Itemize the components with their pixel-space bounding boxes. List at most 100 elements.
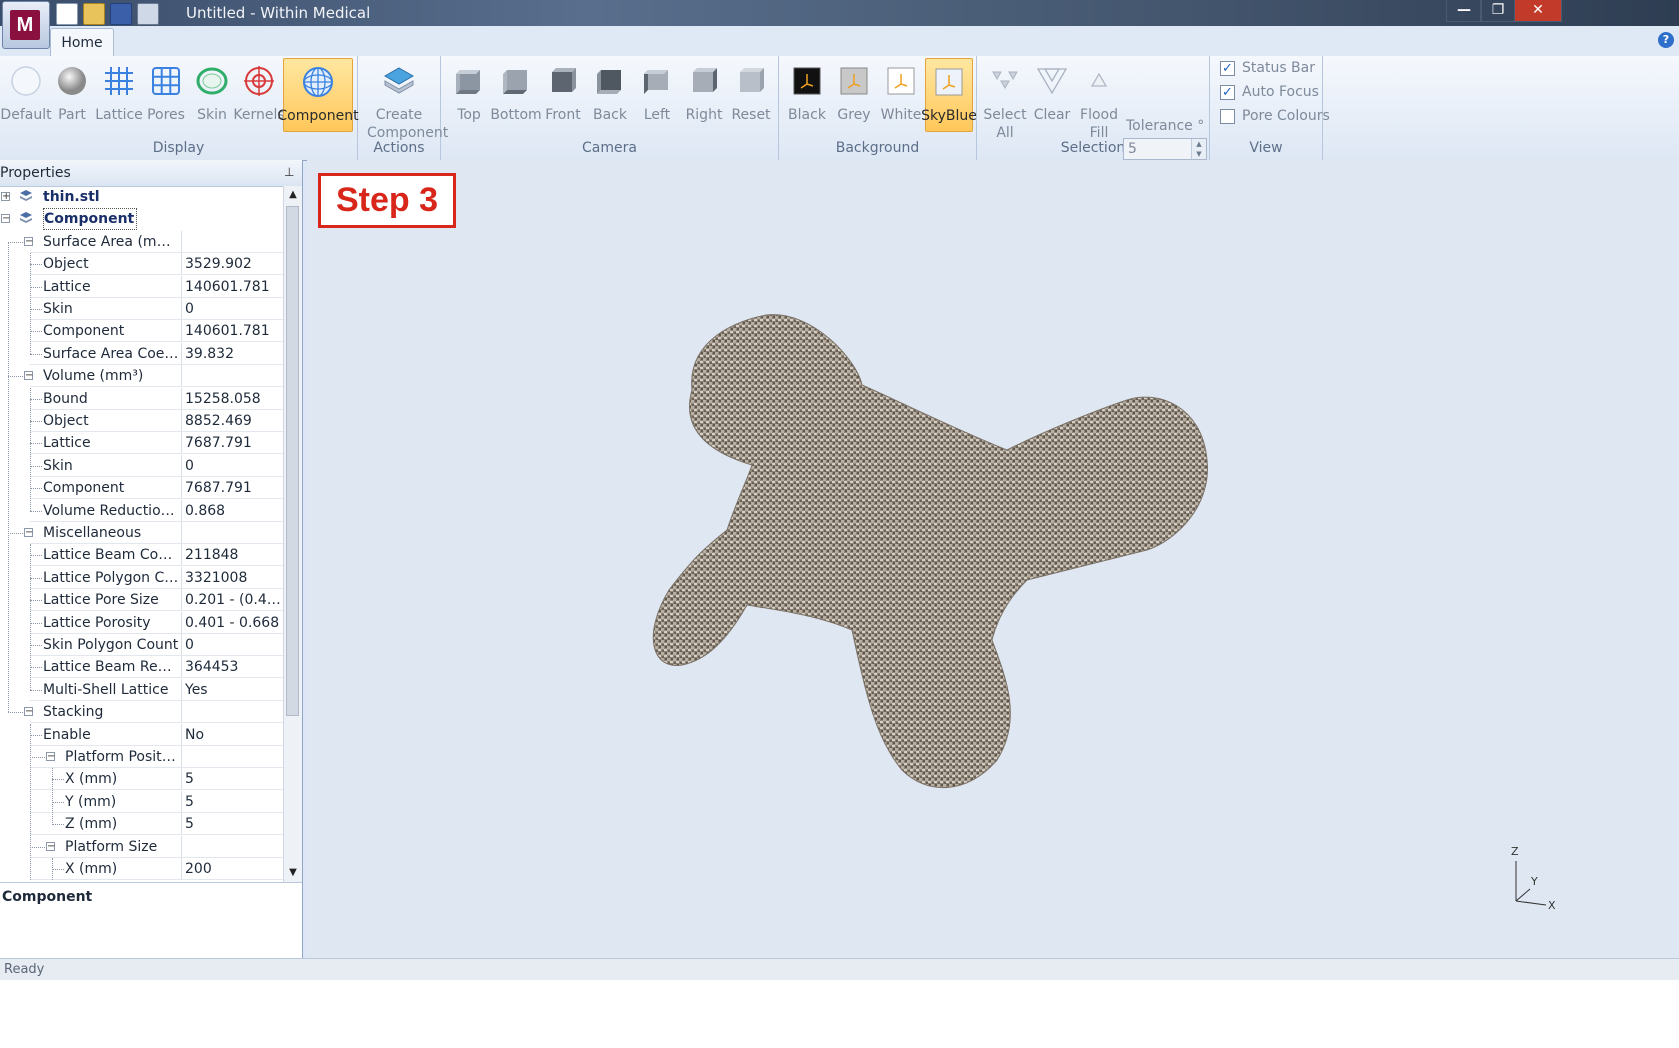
tree-root-item[interactable]: − Component — [0, 208, 283, 231]
property-value[interactable]: 0 — [185, 455, 281, 477]
collapse-minus-icon[interactable]: − — [46, 752, 55, 762]
open-folder-icon[interactable] — [83, 3, 105, 25]
collapse-minus-icon[interactable]: − — [46, 841, 55, 851]
tolerance-input[interactable]: 5 ▲ ▼ — [1123, 138, 1207, 160]
camera-reset-cube-icon — [740, 68, 764, 92]
property-value[interactable]: 3321008 — [185, 567, 281, 589]
property-category[interactable]: − Platform Size — [0, 835, 283, 858]
property-row[interactable]: Lattice Beam Count 211848 — [0, 544, 283, 567]
lattice-bone-model[interactable] — [307, 160, 1679, 958]
property-row[interactable]: Component 7687.791 — [0, 477, 283, 500]
default-sphere-icon — [11, 66, 41, 96]
camera-right-cube-icon — [693, 68, 717, 92]
property-name: Object — [43, 413, 89, 429]
collapse-minus-icon[interactable]: − — [1, 214, 10, 224]
property-value[interactable]: 8852.469 — [185, 410, 281, 432]
property-row[interactable]: Volume Reduction C... 0.868 — [0, 499, 283, 522]
collapse-minus-icon[interactable]: − — [24, 707, 33, 717]
display-group: Default Part Lattice Pores Skin Kernels … — [0, 56, 359, 160]
property-row[interactable]: Enable No — [0, 723, 283, 746]
component-sphere-icon — [303, 67, 333, 97]
property-row[interactable]: Lattice Beam Rende... 364453 — [0, 656, 283, 679]
property-row[interactable]: X (mm) 5 — [0, 768, 283, 791]
property-value[interactable]: 140601.781 — [185, 320, 281, 342]
property-row[interactable]: Lattice 140601.781 — [0, 275, 283, 298]
create-component-button[interactable]: Create Component — [367, 58, 448, 141]
property-row[interactable]: Bound 15258.058 — [0, 387, 283, 410]
property-value[interactable]: 364453 — [185, 656, 281, 678]
save-icon[interactable] — [110, 3, 132, 25]
property-value[interactable]: 0.868 — [185, 500, 281, 522]
scroll-thumb[interactable] — [286, 206, 299, 716]
property-name: Lattice — [43, 435, 91, 452]
property-value[interactable]: 5 — [185, 813, 281, 835]
collapse-minus-icon[interactable]: − — [24, 371, 33, 381]
property-value[interactable]: 15258.058 — [185, 388, 281, 410]
property-value[interactable]: 0 — [185, 634, 281, 656]
property-category[interactable]: − Volume (mm³) — [0, 365, 283, 388]
display-component-button[interactable]: Component — [277, 58, 359, 132]
property-row[interactable]: Z (mm) 5 — [0, 813, 283, 836]
property-name: Skin Polygon Count — [43, 637, 179, 653]
help-icon[interactable]: ? — [1658, 32, 1674, 48]
property-value[interactable]: 0 — [185, 298, 281, 320]
property-row[interactable]: Skin 0 — [0, 298, 283, 320]
property-grid-scrollbar[interactable]: ▲ ▼ — [283, 186, 302, 882]
property-row[interactable]: Lattice Pore Size 0.201 - (0.430... — [0, 589, 283, 612]
view-group-label: View — [1249, 140, 1283, 156]
tolerance-spinner[interactable]: ▲ ▼ — [1191, 139, 1206, 159]
camera-reset-button[interactable]: Reset — [727, 58, 775, 132]
property-value[interactable]: 140601.781 — [185, 276, 281, 298]
property-value[interactable]: 211848 — [185, 544, 281, 566]
properties-header: Properties ⊥ — [0, 160, 302, 187]
property-value[interactable]: 5 — [185, 791, 281, 813]
property-value[interactable]: 0.201 - (0.430... — [185, 589, 281, 611]
property-category[interactable]: − Miscellaneous — [0, 522, 283, 544]
property-row[interactable]: Surface Area Coeffic... 39.832 — [0, 342, 283, 365]
restore-button[interactable]: ❐ — [1480, 0, 1516, 22]
scroll-up-arrow-icon[interactable]: ▲ — [284, 186, 302, 204]
property-category[interactable]: − Platform Position — [0, 746, 283, 768]
flood-fill-button[interactable]: Flood Fill — [1075, 58, 1123, 141]
property-row[interactable]: Multi-Shell Lattice Yes — [0, 678, 283, 701]
property-row[interactable]: Y (mm) 5 — [0, 790, 283, 813]
property-row[interactable]: Lattice Porosity 0.401 - 0.668 — [0, 611, 283, 634]
export-icon[interactable] — [137, 3, 159, 25]
property-category[interactable]: − Surface Area (mm²) — [0, 230, 283, 253]
property-row[interactable]: Object 8852.469 — [0, 410, 283, 432]
tab-home[interactable]: Home — [50, 28, 114, 57]
property-value[interactable]: Yes — [185, 679, 281, 701]
minimize-button[interactable]: — — [1446, 0, 1482, 22]
app-menu-button[interactable]: M — [2, 1, 50, 49]
camera-left-cube-icon — [644, 70, 668, 94]
scroll-down-arrow-icon[interactable]: ▼ — [284, 864, 302, 882]
3d-viewport[interactable]: Z Y X — [307, 160, 1679, 958]
property-row[interactable]: Component 140601.781 — [0, 320, 283, 343]
expand-plus-icon[interactable]: + — [1, 192, 10, 202]
title-bar: Untitled - Within Medical — ❐ ✕ — [0, 0, 1679, 26]
property-value[interactable]: 5 — [185, 768, 281, 790]
property-value[interactable]: 0.401 - 0.668 — [185, 612, 281, 634]
new-file-icon[interactable] — [56, 3, 78, 25]
property-value[interactable]: 200 — [185, 858, 281, 880]
pin-icon[interactable]: ⊥ — [284, 166, 294, 178]
property-category[interactable]: − Stacking — [0, 701, 283, 724]
status-bar-check-icon: ✓ — [1220, 61, 1235, 76]
property-row[interactable]: Object 3529.902 — [0, 253, 283, 276]
property-row[interactable]: Skin Polygon Count 0 — [0, 634, 283, 656]
step-label: Step 3 — [318, 173, 456, 228]
tree-root-item[interactable]: + thin.stl — [0, 186, 283, 208]
property-row[interactable]: X (mm) 200 — [0, 858, 283, 880]
property-value[interactable]: 7687.791 — [185, 432, 281, 454]
property-row[interactable]: Lattice 7687.791 — [0, 432, 283, 455]
property-value[interactable]: 3529.902 — [185, 253, 281, 275]
collapse-minus-icon[interactable]: − — [24, 528, 33, 538]
close-button[interactable]: ✕ — [1514, 0, 1562, 22]
property-row[interactable]: Lattice Polygon Cou... 3321008 — [0, 566, 283, 589]
collapse-minus-icon[interactable]: − — [24, 236, 33, 246]
background-skyblue-button[interactable]: SkyBlue — [921, 58, 977, 132]
property-value[interactable]: No — [185, 724, 281, 746]
property-row[interactable]: Skin 0 — [0, 454, 283, 477]
property-value[interactable]: 7687.791 — [185, 477, 281, 499]
property-value[interactable]: 39.832 — [185, 343, 281, 365]
